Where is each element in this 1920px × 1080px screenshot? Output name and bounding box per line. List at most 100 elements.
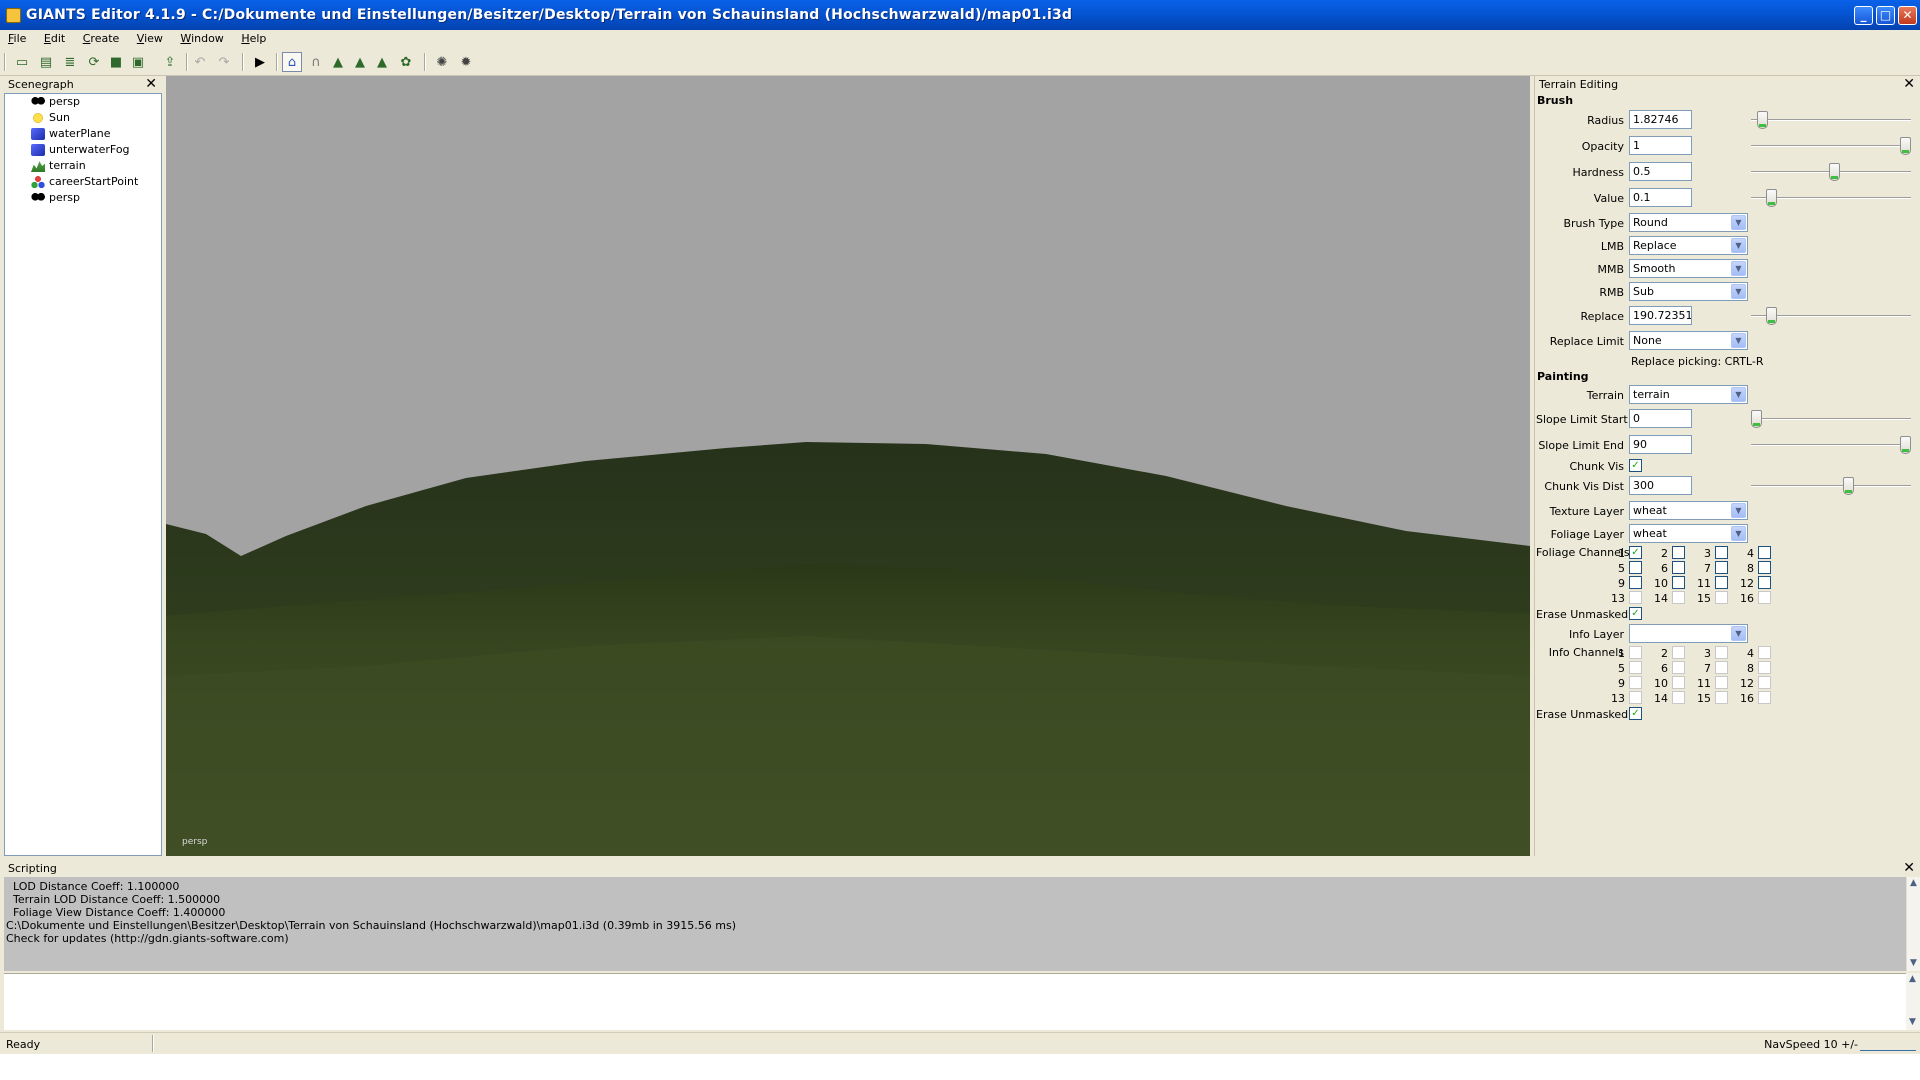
redo-icon[interactable]: ↷: [214, 52, 234, 72]
tree-item-careerstartpoint[interactable]: careerStartPoint: [5, 174, 161, 190]
home-icon[interactable]: ⌂: [282, 52, 302, 72]
chunk-vis-checkbox[interactable]: ✓: [1629, 459, 1642, 472]
menu-window[interactable]: Window: [172, 30, 229, 45]
erase-unmasked-checkbox-2[interactable]: ✓: [1629, 707, 1642, 720]
scroll-up-icon[interactable]: ▲: [1907, 877, 1920, 890]
foliage-channel-checkbox[interactable]: [1672, 561, 1685, 574]
info-channel-checkbox[interactable]: [1715, 691, 1728, 704]
menu-help[interactable]: Help: [233, 30, 272, 45]
foliage-channel-checkbox[interactable]: [1629, 561, 1642, 574]
log-scrollbar[interactable]: ▲ ▼: [1906, 877, 1920, 971]
radius-slider-thumb[interactable]: [1757, 111, 1768, 129]
foliage-channel-checkbox[interactable]: [1758, 591, 1771, 604]
info-channel-checkbox[interactable]: [1758, 676, 1771, 689]
info-channel-checkbox[interactable]: [1672, 646, 1685, 659]
foliage-channel-checkbox[interactable]: [1715, 546, 1728, 559]
tree-item-terrain[interactable]: terrain: [5, 158, 161, 174]
tree-item-unterwaterfog[interactable]: unterwaterFog: [5, 142, 161, 158]
save-all-icon[interactable]: ▣: [128, 52, 148, 72]
terrain-foliage-icon[interactable]: ▲: [372, 52, 392, 72]
scroll-down-icon[interactable]: ▼: [1906, 1016, 1919, 1029]
magnet-icon[interactable]: ∩: [306, 52, 326, 72]
title-bar[interactable]: GIANTS Editor 4.1.9 - C:/Dokumente und E…: [0, 0, 1920, 30]
texture-layer-select[interactable]: wheat ▼: [1629, 501, 1748, 520]
replace-input[interactable]: 190.72351: [1629, 306, 1692, 325]
info-layer-select[interactable]: ▼: [1629, 624, 1748, 643]
foliage-channel-checkbox[interactable]: ✓: [1629, 546, 1642, 559]
info-channel-checkbox[interactable]: [1629, 661, 1642, 674]
settings-render-icon[interactable]: ✹: [456, 52, 476, 72]
rmb-select[interactable]: Sub ▼: [1629, 282, 1748, 301]
value-input[interactable]: 0.1: [1629, 188, 1692, 207]
terrain-select[interactable]: terrain ▼: [1629, 385, 1748, 404]
close-button[interactable]: ✕: [1898, 6, 1917, 25]
info-channel-checkbox[interactable]: [1715, 676, 1728, 689]
erase-unmasked-checkbox[interactable]: ✓: [1629, 607, 1642, 620]
chevron-down-icon[interactable]: ▼: [1731, 503, 1746, 518]
replace-slider[interactable]: [1751, 307, 1911, 325]
info-channel-checkbox[interactable]: [1758, 661, 1771, 674]
save-icon[interactable]: ■: [106, 52, 126, 72]
chevron-down-icon[interactable]: ▼: [1731, 333, 1746, 348]
terrain-sculpt-icon[interactable]: ▲: [328, 52, 348, 72]
undo-icon[interactable]: ↶: [190, 52, 210, 72]
foliage-channel-checkbox[interactable]: [1715, 591, 1728, 604]
mmb-select[interactable]: Smooth ▼: [1629, 259, 1748, 278]
info-channel-checkbox[interactable]: [1715, 661, 1728, 674]
lmb-select[interactable]: Replace ▼: [1629, 236, 1748, 255]
chunk-vis-dist-slider-thumb[interactable]: [1843, 477, 1854, 495]
list-icon[interactable]: ≣: [60, 52, 80, 72]
chevron-down-icon[interactable]: ▼: [1731, 238, 1746, 253]
hardness-slider-thumb[interactable]: [1829, 163, 1840, 181]
tree-item-sun[interactable]: Sun: [5, 110, 161, 126]
info-channel-checkbox[interactable]: [1629, 691, 1642, 704]
slope-limit-end-slider[interactable]: [1751, 436, 1911, 454]
info-channel-checkbox[interactable]: [1758, 691, 1771, 704]
terrain-editing-close-icon[interactable]: ✕: [1903, 76, 1915, 92]
radius-slider[interactable]: [1751, 111, 1911, 129]
scenegraph-close-icon[interactable]: ✕: [145, 76, 157, 92]
foliage-channel-checkbox[interactable]: [1715, 576, 1728, 589]
menu-file[interactable]: File: [0, 30, 32, 45]
foliage-channel-checkbox[interactable]: [1672, 576, 1685, 589]
new-file-icon[interactable]: ▭: [12, 52, 32, 72]
opacity-input[interactable]: 1: [1629, 136, 1692, 155]
menu-edit[interactable]: Edit: [36, 30, 71, 45]
refresh-icon[interactable]: ⟳: [84, 52, 104, 72]
opacity-slider[interactable]: [1751, 137, 1911, 155]
open-file-icon[interactable]: ▤: [36, 52, 56, 72]
info-channel-checkbox[interactable]: [1758, 646, 1771, 659]
chunk-vis-dist-input[interactable]: 300: [1629, 476, 1692, 495]
radius-input[interactable]: 1.82746: [1629, 110, 1692, 129]
foliage-channel-checkbox[interactable]: [1758, 561, 1771, 574]
maximize-button[interactable]: □: [1876, 6, 1895, 25]
scenegraph-tree[interactable]: persp Sun waterPlane unterwaterFog terra…: [4, 93, 162, 856]
menu-create[interactable]: Create: [75, 30, 126, 45]
play-icon[interactable]: ▶: [250, 52, 270, 72]
tree-item-waterplane[interactable]: waterPlane: [5, 126, 161, 142]
foliage-layer-select[interactable]: wheat ▼: [1629, 524, 1748, 543]
chevron-down-icon[interactable]: ▼: [1731, 284, 1746, 299]
terrain-paint-icon[interactable]: ▲: [350, 52, 370, 72]
info-channel-checkbox[interactable]: [1629, 646, 1642, 659]
input-scrollbar[interactable]: ▲ ▼: [1906, 973, 1920, 1030]
scroll-down-icon[interactable]: ▼: [1907, 957, 1920, 970]
info-channel-checkbox[interactable]: [1672, 661, 1685, 674]
slope-limit-start-input[interactable]: 0: [1629, 409, 1692, 428]
scripting-close-icon[interactable]: ✕: [1903, 860, 1915, 876]
tree-item-persp-2[interactable]: persp: [5, 190, 161, 206]
chevron-down-icon[interactable]: ▼: [1731, 626, 1746, 641]
info-channel-checkbox[interactable]: [1672, 676, 1685, 689]
replace-limit-select[interactable]: None ▼: [1629, 331, 1748, 350]
slope-limit-end-input[interactable]: 90: [1629, 435, 1692, 454]
render-icon[interactable]: ✺: [432, 52, 452, 72]
slope-limit-end-slider-thumb[interactable]: [1900, 436, 1911, 454]
script-log[interactable]: LOD Distance Coeff: 1.100000 Terrain LOD…: [4, 877, 1906, 971]
scroll-up-icon[interactable]: ▲: [1906, 973, 1919, 986]
slope-limit-start-slider-thumb[interactable]: [1751, 410, 1762, 428]
minimize-button[interactable]: _: [1854, 6, 1873, 25]
foliage-channel-checkbox[interactable]: [1715, 561, 1728, 574]
3d-viewport[interactable]: persp: [166, 76, 1530, 856]
value-slider[interactable]: [1751, 189, 1911, 207]
chevron-down-icon[interactable]: ▼: [1731, 261, 1746, 276]
